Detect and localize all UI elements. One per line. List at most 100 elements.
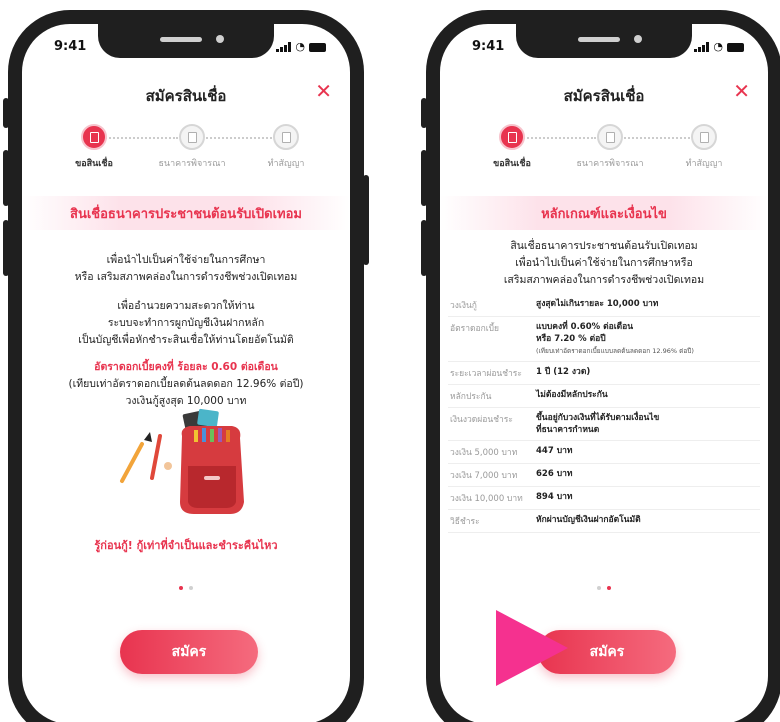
- table-row: ระยะเวลาผ่อนชำระ 1 ปี (12 งวด): [448, 362, 760, 385]
- status-icons: ◔: [276, 40, 326, 52]
- apply-button[interactable]: สมัคร: [120, 630, 258, 674]
- text-line: เพื่อนำไปเป็นค่าใช้จ่ายในการศึกษา: [106, 254, 266, 266]
- text-line: สินเชื่อธนาคารประชาชนต้อนรับเปิดเทอม: [510, 240, 698, 252]
- auto-debit-text: เพื่ออำนวยความสะดวกให้ท่าน ระบบจะทำการผู…: [32, 298, 340, 349]
- page-dot[interactable]: [597, 586, 601, 590]
- table-row: วงเงินกู้ สูงสุดไม่เกินรายละ 10,000 บาท: [448, 294, 760, 317]
- document-icon: [81, 124, 107, 150]
- term-value: หักผ่านบัญชีเงินฝากอัตโนมัติ: [536, 515, 641, 525]
- wifi-icon: ◔: [295, 40, 305, 53]
- status-time: 9:41: [54, 39, 87, 54]
- table-row: หลักประกัน ไม่ต้องมีหลักประกัน: [448, 385, 760, 408]
- step-bank-review: ธนาคารพิจารณา: [152, 124, 232, 170]
- term-note: (เทียบเท่าอัตราดอกเบี้ยแบบลดต้นลดดอก 12.…: [536, 347, 694, 355]
- table-row: วิธีชำระ หักผ่านบัญชีเงินฝากอัตโนมัติ: [448, 510, 760, 533]
- term-key: วงเงินกู้: [450, 301, 477, 311]
- text-line: ระบบจะทำการผูกบัญชีเงินฝากหลัก: [107, 317, 265, 329]
- close-icon[interactable]: ✕: [733, 80, 750, 102]
- term-value-line: ขึ้นอยู่กับวงเงินที่ได้รับตามเงื่อนไข: [536, 413, 660, 423]
- text-line: หรือ เสริมสภาพคล่องในการดำรงชีพช่วงเปิดเ…: [74, 271, 298, 283]
- term-value: ขึ้นอยู่กับวงเงินที่ได้รับตามเงื่อนไข ที…: [536, 412, 758, 436]
- screen-terms: 9:41 ◔ สมัครสินเชื่อ ✕ ขอสินเชื่อ ธนาคาร…: [440, 24, 768, 722]
- step-label: ธนาคารพิจารณา: [576, 159, 644, 169]
- rate-text: อัตราดอกเบี้ยคงที่ ร้อยละ 0.60 ต่อเดือน …: [32, 359, 340, 410]
- slogan-text: รู้ก่อนกู้! กู้เท่าที่จำเป็นและชำระคืนไห…: [94, 539, 278, 552]
- page-title: สมัครสินเชื่อ: [145, 87, 227, 105]
- term-key: วงเงิน 5,000 บาท: [450, 448, 518, 458]
- page-indicator: [22, 586, 350, 590]
- notch: [98, 24, 274, 58]
- school-bag-illustration: [120, 408, 244, 514]
- volume-up-button: [3, 150, 9, 206]
- close-icon[interactable]: ✕: [315, 80, 332, 102]
- mute-switch: [3, 98, 9, 128]
- step-bank-review: ธนาคารพิจารณา: [570, 124, 650, 170]
- term-key: อัตราดอกเบี้ย: [450, 324, 500, 334]
- term-key: เงินงวดผ่อนชำระ: [450, 415, 513, 425]
- page-dot[interactable]: [607, 586, 611, 590]
- signal-icon: [694, 42, 710, 52]
- signal-icon: [276, 42, 292, 52]
- text-line: เสริมสภาพคล่องในการดำรงชีพช่วงเปิดเทอม: [503, 274, 705, 286]
- table-row: วงเงิน 7,000 บาท 626 บาท: [448, 464, 760, 487]
- wifi-icon: ◔: [713, 40, 723, 53]
- document-icon: [499, 124, 525, 150]
- step-label: ทำสัญญา: [685, 159, 723, 169]
- term-value-line: หรือ 7.20 % ต่อปี: [536, 334, 606, 344]
- step-contract: ทำสัญญา: [664, 124, 744, 170]
- mute-switch: [421, 98, 427, 128]
- rate-sub: (เทียบเท่าอัตราดอกเบี้ยลดต้นลดดอก 12.96%…: [68, 378, 304, 390]
- purpose-text: เพื่อนำไปเป็นค่าใช้จ่ายในการศึกษา หรือ เ…: [32, 252, 340, 286]
- phone-frame-left: 9:41 ◔ สมัครสินเชื่อ ✕ ขอสินเชื่อ ธนาคาร…: [3, 10, 369, 722]
- terms-banner: หลักเกณฑ์และเงื่อนไข: [440, 196, 768, 230]
- term-key: หลักประกัน: [450, 392, 492, 402]
- table-row: วงเงิน 5,000 บาท 447 บาท: [448, 441, 760, 464]
- step-label: ขอสินเชื่อ: [493, 159, 531, 169]
- term-value-line: แบบคงที่ 0.60% ต่อเดือน: [536, 322, 634, 332]
- term-value: 626 บาท: [536, 469, 573, 479]
- stepper: ขอสินเชื่อ ธนาคารพิจารณา ทำสัญญา: [464, 124, 744, 174]
- page-dot[interactable]: [179, 586, 183, 590]
- contract-icon: [691, 124, 717, 150]
- step-label: ขอสินเชื่อ: [75, 159, 113, 169]
- volume-down-button: [421, 220, 427, 276]
- term-key: วงเงิน 7,000 บาท: [450, 471, 518, 481]
- edit-document-icon: [179, 124, 205, 150]
- power-button: [363, 175, 369, 265]
- screen-loan-info: 9:41 ◔ สมัครสินเชื่อ ✕ ขอสินเชื่อ ธนาคาร…: [22, 24, 350, 722]
- terms-intro: สินเชื่อธนาคารประชาชนต้อนรับเปิดเทอม เพื…: [450, 238, 758, 289]
- term-value: 894 บาท: [536, 492, 573, 502]
- page-indicator: [440, 586, 768, 590]
- term-value-line: ที่ธนาคารกำหนด: [536, 425, 600, 435]
- term-value: ไม่ต้องมีหลักประกัน: [536, 390, 608, 400]
- text-line: เพื่ออำนวยความสะดวกให้ท่าน: [117, 300, 255, 312]
- page-title: สมัครสินเชื่อ: [563, 87, 645, 105]
- battery-icon: [309, 43, 326, 52]
- promo-banner: สินเชื่อธนาคารประชาชนต้อนรับเปิดเทอม: [22, 196, 350, 230]
- volume-down-button: [3, 220, 9, 276]
- term-key: วงเงิน 10,000 บาท: [450, 494, 523, 504]
- terms-table: วงเงินกู้ สูงสุดไม่เกินรายละ 10,000 บาท …: [448, 294, 760, 533]
- contract-icon: [273, 124, 299, 150]
- status-icons: ◔: [694, 40, 744, 52]
- term-value: 1 ปี (12 งวด): [536, 367, 591, 377]
- page-dot[interactable]: [189, 586, 193, 590]
- table-row: วงเงิน 10,000 บาท 894 บาท: [448, 487, 760, 510]
- volume-up-button: [421, 150, 427, 206]
- edit-document-icon: [597, 124, 623, 150]
- term-value: 447 บาท: [536, 446, 573, 456]
- step-label: ธนาคารพิจารณา: [158, 159, 226, 169]
- table-row: เงินงวดผ่อนชำระ ขึ้นอยู่กับวงเงินที่ได้ร…: [448, 408, 760, 441]
- text-line: เป็นบัญชีเพื่อหักชำระสินเชื่อให้ท่านโดยอ…: [78, 334, 294, 346]
- notch: [516, 24, 692, 58]
- text-line: เพื่อนำไปเป็นค่าใช้จ่ายในการศึกษาหรือ: [515, 257, 693, 269]
- term-key: วิธีชำระ: [450, 517, 480, 527]
- stepper: ขอสินเชื่อ ธนาคารพิจารณา ทำสัญญา: [46, 124, 326, 174]
- table-row: อัตราดอกเบี้ย แบบคงที่ 0.60% ต่อเดือน หร…: [448, 317, 760, 362]
- step-contract: ทำสัญญา: [246, 124, 326, 170]
- step-apply: ขอสินเชื่อ: [54, 124, 134, 170]
- term-value: แบบคงที่ 0.60% ต่อเดือน หรือ 7.20 % ต่อป…: [536, 321, 758, 357]
- status-time: 9:41: [472, 39, 505, 54]
- phone-frame-right: 9:41 ◔ สมัครสินเชื่อ ✕ ขอสินเชื่อ ธนาคาร…: [421, 10, 780, 722]
- rate-line: อัตราดอกเบี้ยคงที่ ร้อยละ 0.60 ต่อเดือน: [94, 361, 278, 373]
